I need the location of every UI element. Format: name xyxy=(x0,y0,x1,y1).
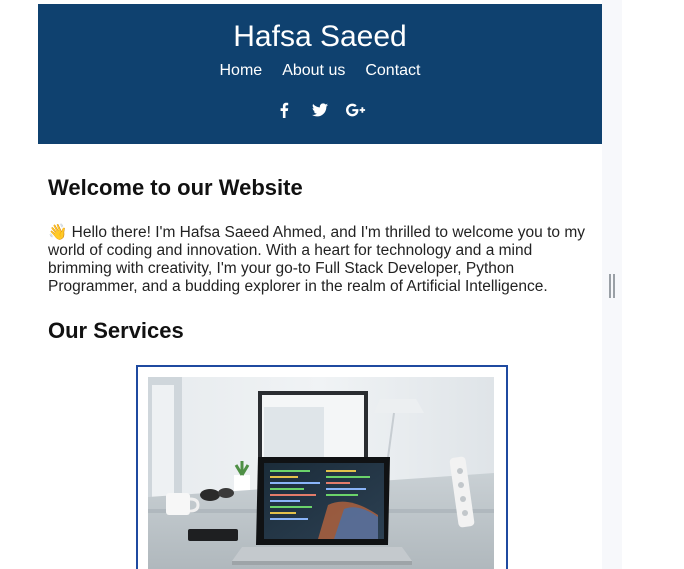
service-card xyxy=(136,365,508,569)
resize-handle[interactable] xyxy=(609,274,615,298)
services-heading: Our Services xyxy=(48,318,184,343)
nav-home-link[interactable]: Home xyxy=(220,62,263,80)
welcome-heading: Welcome to our Website xyxy=(48,175,303,200)
nav-about-link[interactable]: About us xyxy=(282,62,345,80)
waving-hand-icon: 👋 xyxy=(48,224,68,241)
facebook-icon[interactable] xyxy=(274,100,294,120)
site-title: Hafsa Saeed xyxy=(233,20,407,53)
social-links xyxy=(38,100,602,120)
main-nav: Home About us Contact xyxy=(38,62,602,80)
intro-text: Hello there! I'm Hafsa Saeed Ahmed, and … xyxy=(48,224,585,295)
site-header: Hafsa Saeed Home About us Contact xyxy=(38,4,602,144)
google-plus-icon[interactable] xyxy=(346,100,366,120)
intro-paragraph: 👋 Hello there! I'm Hafsa Saeed Ahmed, an… xyxy=(48,224,592,296)
twitter-icon[interactable] xyxy=(310,100,330,120)
laptop-workspace-image xyxy=(148,377,494,569)
nav-contact-link[interactable]: Contact xyxy=(365,62,420,80)
page: Hafsa Saeed Home About us Contact Welcom… xyxy=(38,4,602,569)
left-gutter xyxy=(0,0,38,569)
